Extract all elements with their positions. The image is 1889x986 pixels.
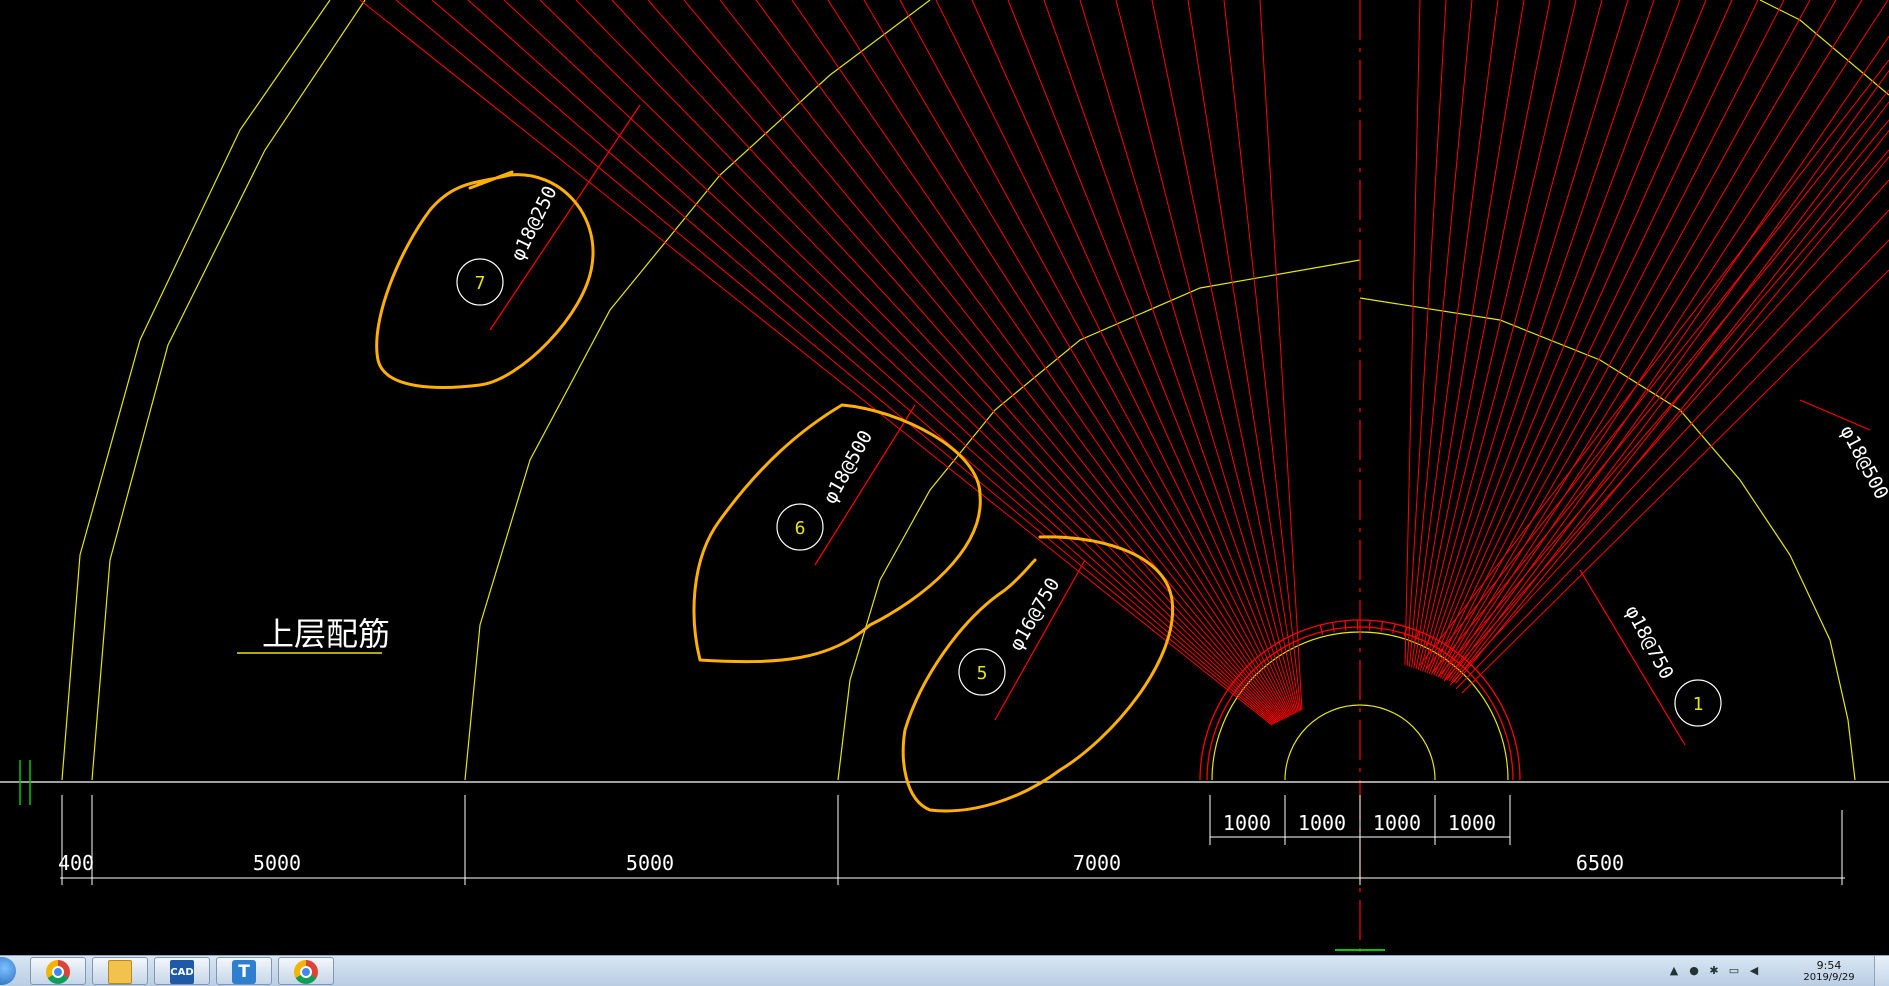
clock-date[interactable]: 2019/9/29 [1799, 972, 1859, 983]
radial-rebar-line [540, 0, 1278, 722]
radial-rebar-line [360, 0, 1272, 725]
outer-arc-2 [92, 0, 365, 780]
far-right-arc [1760, 0, 1889, 95]
radial-rebar-line [1405, 0, 1420, 665]
clock-time[interactable]: 9:54 [1799, 959, 1859, 972]
show-desktop-button[interactable] [1874, 956, 1889, 986]
radial-rebar-line [1438, 0, 1810, 677]
dim-lower-3: 5000 [626, 851, 674, 875]
radial-rebar-line [900, 0, 1290, 716]
radial-rebar-line [1438, 150, 1889, 677]
markup-ellipse-6 [694, 405, 980, 662]
tray-expand-icon[interactable]: ▲ [1667, 965, 1681, 977]
radial-rebar-line [1450, 210, 1889, 685]
start-button[interactable] [0, 957, 16, 985]
ring-tick [1345, 621, 1346, 631]
radial-rebar-line [1260, 0, 1302, 710]
radial-rebar-line [432, 0, 1274, 724]
cad-drawing-canvas[interactable]: 1000 1000 1000 1000 400 5000 5000 7000 6… [0, 0, 1889, 955]
radial-rebar-line [1442, 0, 1862, 679]
radial-rebar-line [936, 0, 1291, 715]
monitor-icon[interactable]: ▭ [1727, 965, 1741, 977]
radial-rebar-line [1425, 0, 1654, 672]
bubble-1-text: 1 [1693, 694, 1704, 715]
radial-rebar-line [1188, 0, 1300, 711]
radial-rebar-line [1427, 0, 1680, 673]
dim-upper-3: 1000 [1373, 811, 1421, 835]
radial-rebar-line [612, 0, 1280, 721]
rebar-label-6: φ18@500 [819, 427, 877, 508]
radial-rebar-line [720, 0, 1284, 719]
markup-ellipses [377, 172, 1173, 811]
taskbar-cad-button[interactable]: CAD [154, 957, 210, 985]
outline-arcs [62, 0, 1889, 780]
ring-tick [1320, 625, 1322, 635]
radial-rebar-line [1116, 0, 1297, 712]
radial-rebar-line [1420, 0, 1602, 671]
outer-arc-1 [62, 0, 330, 780]
middle-arc [465, 0, 930, 780]
taskbar-t-app-button[interactable]: T [216, 957, 272, 985]
radial-rebar-line [684, 0, 1283, 720]
bubble-6-text: 6 [795, 518, 806, 539]
radial-rebar-line [648, 0, 1282, 720]
dim-upper-2: 1000 [1298, 811, 1346, 835]
ring-tick [1381, 622, 1382, 632]
bubbles [457, 259, 1721, 726]
radial-rebar-line [1449, 0, 1889, 681]
taskbar: CAD T ▲ ● ✱ ▭ ◀ 9:54 2019/9/29 [0, 955, 1889, 986]
volume-icon[interactable]: ◀ [1747, 965, 1761, 977]
markup-ellipse-5 [903, 537, 1172, 811]
folder-icon [108, 960, 132, 984]
dim-upper-1: 1000 [1223, 811, 1271, 835]
taskbar-chrome-button-2[interactable] [278, 957, 334, 985]
taskbar-chrome-button-1[interactable] [30, 957, 86, 985]
t-app-icon: T [232, 960, 256, 984]
ring-tick [1369, 620, 1370, 630]
inner-arc-right [1360, 298, 1855, 780]
chrome-icon [46, 960, 70, 984]
rebar-label-right-top: φ18@500 [1836, 422, 1889, 503]
radial-rebar-line [1414, 0, 1524, 668]
radial-rebar-line [1447, 0, 1889, 680]
network-app-icon[interactable]: ✱ [1707, 965, 1721, 977]
rebar-label-7: φ18@250 [507, 183, 562, 265]
chrome-icon [294, 960, 318, 984]
radial-rebar-line [468, 0, 1276, 723]
system-tray: ▲ ● ✱ ▭ ◀ 9:54 2019/9/29 [1659, 956, 1889, 986]
radial-rebar-line [864, 0, 1289, 717]
cad-icon: CAD [170, 960, 194, 984]
rebar-label-5: φ16@750 [1005, 574, 1064, 654]
bubble-5-text: 5 [977, 663, 988, 684]
radial-rebar-line [1409, 0, 1472, 667]
dim-lower-2: 5000 [253, 851, 301, 875]
dim-lower-4: 7000 [1073, 851, 1121, 875]
radial-rebar-line [1044, 0, 1295, 714]
section-title: 上层配筋 [262, 615, 390, 653]
rebar-label-right-mid: φ18@750 [1621, 602, 1678, 683]
dim-upper-4: 1000 [1448, 811, 1496, 835]
ring-tick [1332, 622, 1334, 632]
radial-rebar-line [1436, 0, 1784, 676]
taskbar-folder-button[interactable] [92, 957, 148, 985]
radial-rebar-line [1440, 0, 1836, 678]
radial-rebar-line [1426, 90, 1889, 669]
radial-rebar-line [1407, 0, 1446, 666]
dim-lower-1: 400 [58, 851, 94, 875]
wechat-icon[interactable]: ● [1687, 965, 1701, 977]
bubble-7-text: 7 [475, 273, 486, 294]
radial-rebar-line [1451, 0, 1889, 682]
radial-rebar-lines [360, 0, 1889, 725]
radial-rebar-line [1444, 180, 1889, 681]
dimension-texts: 1000 1000 1000 1000 400 5000 5000 7000 6… [58, 811, 1624, 875]
ring-tick [1393, 624, 1395, 634]
rebar-labels: φ18@250 φ18@500 φ16@750 φ18@500 φ18@750 [507, 183, 1889, 683]
dim-lower-5: 6500 [1576, 851, 1624, 875]
